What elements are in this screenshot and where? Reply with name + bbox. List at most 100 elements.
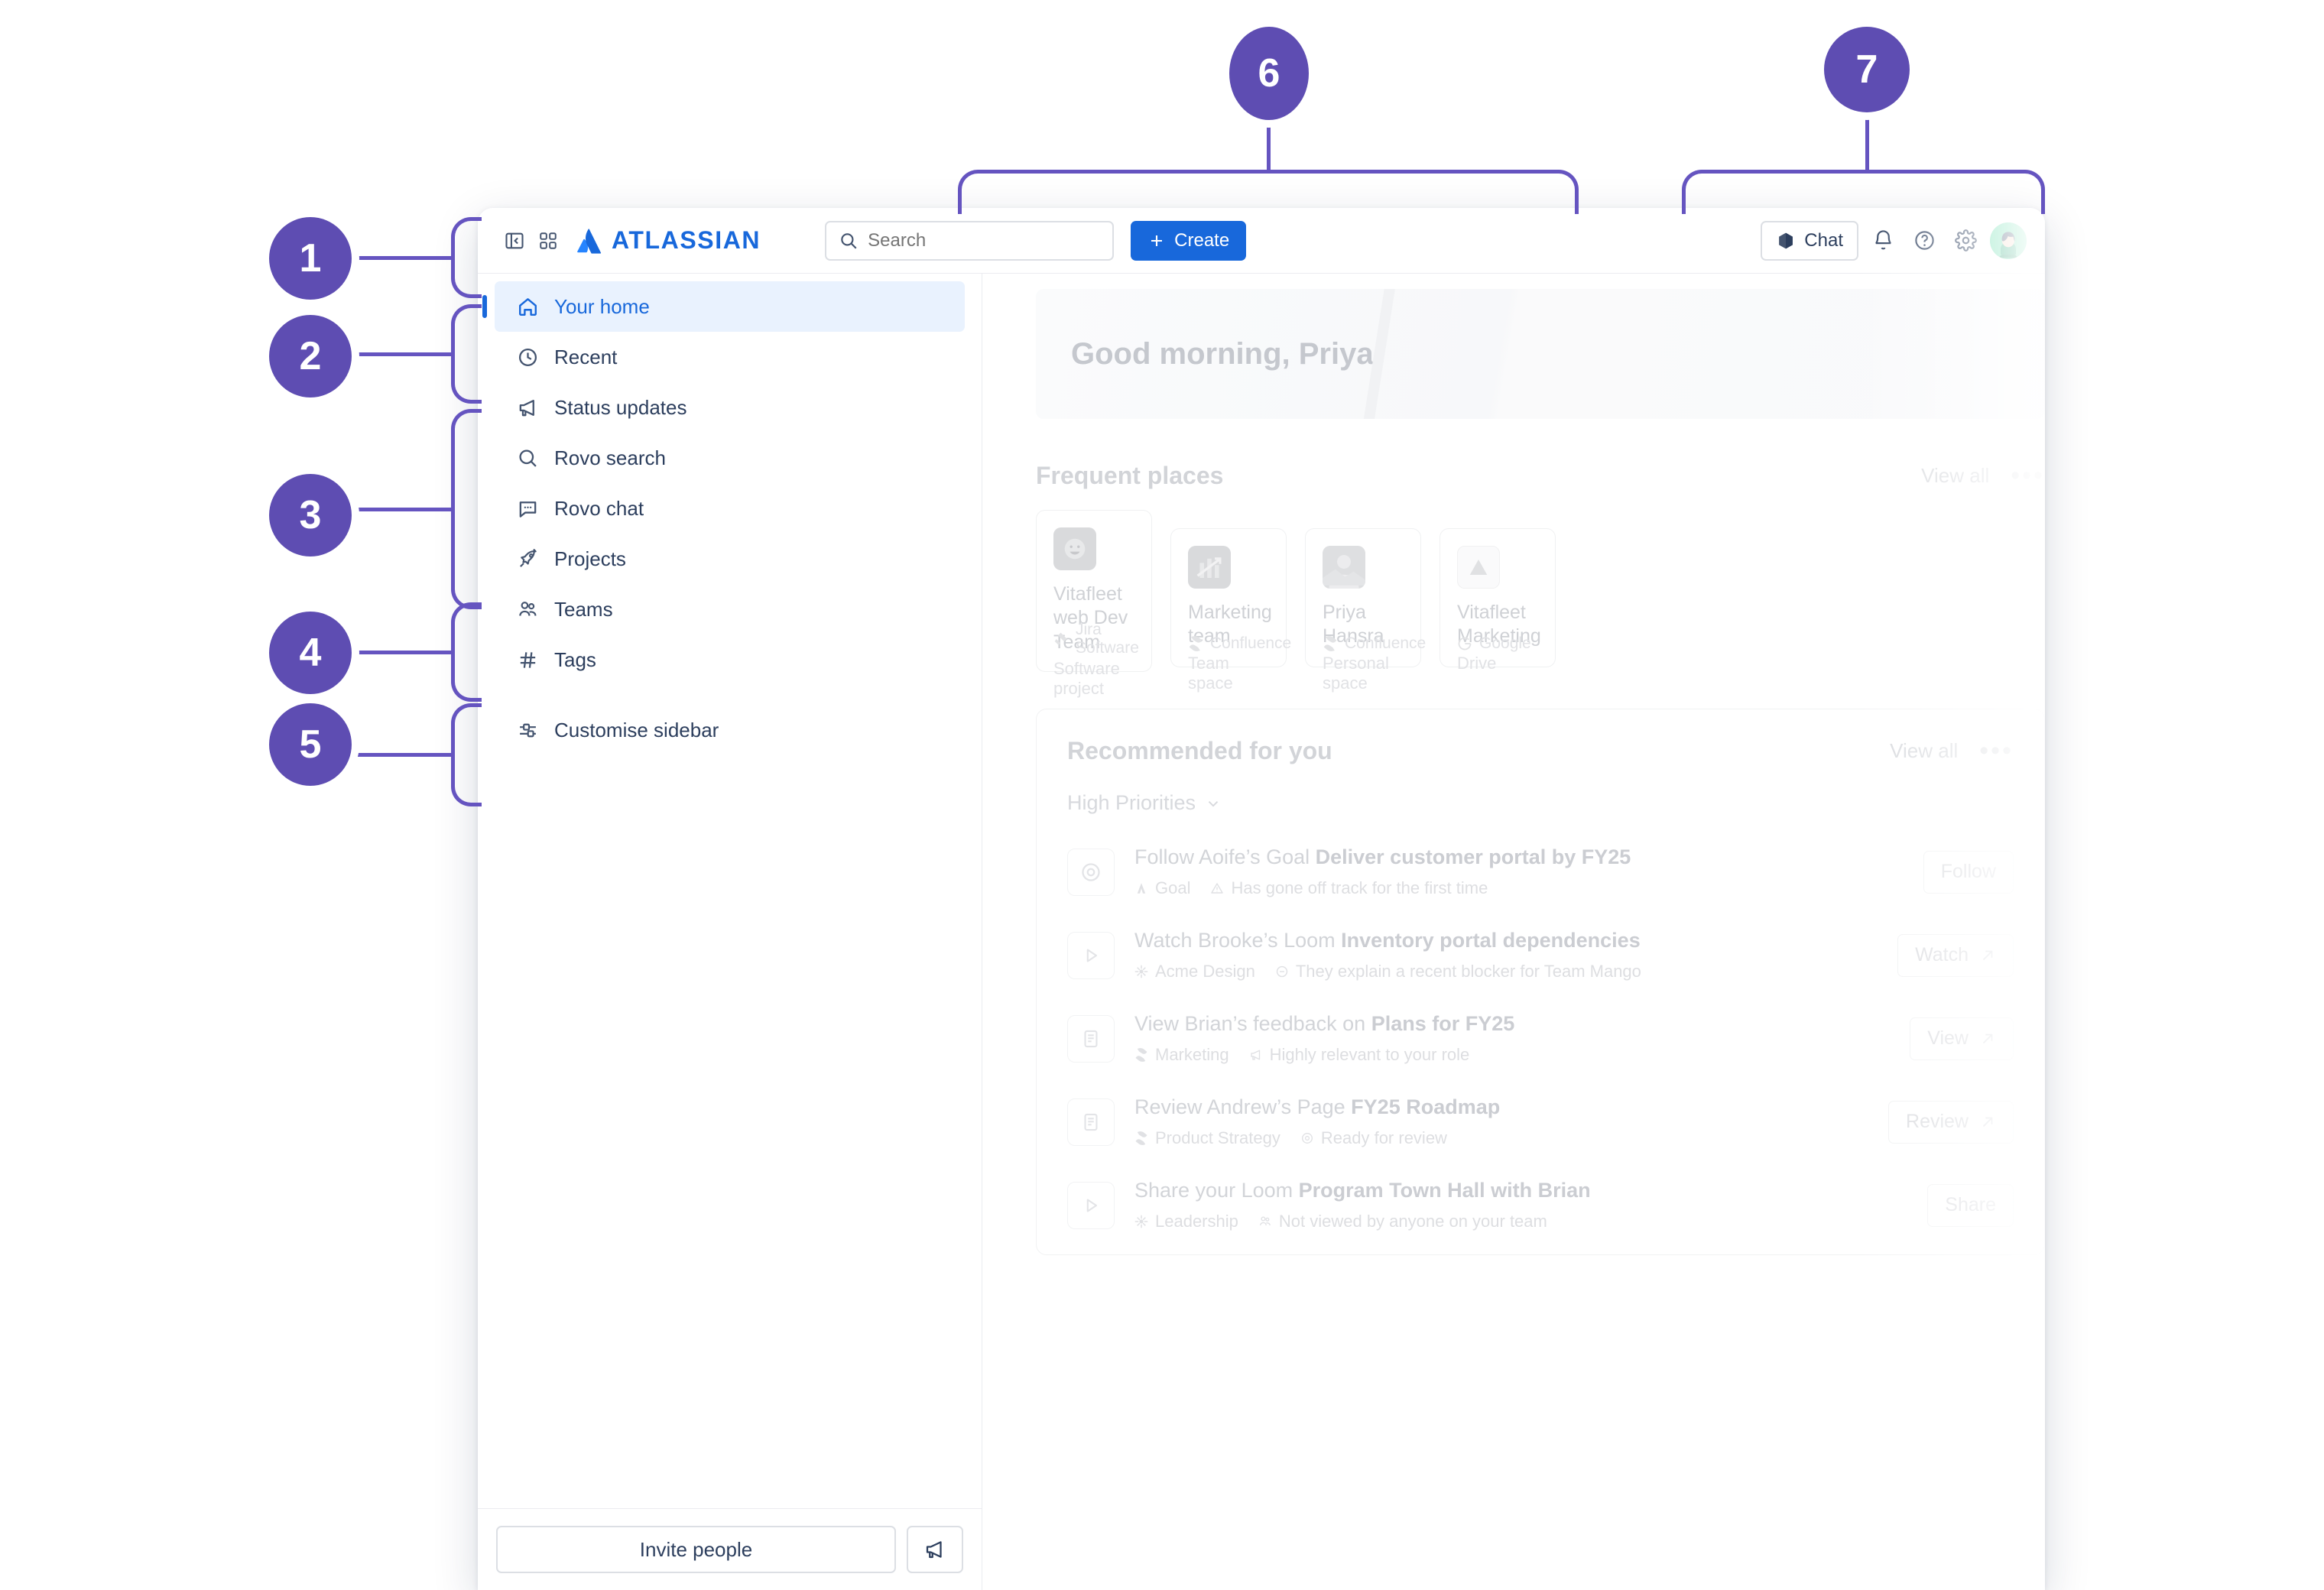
recommendation-row[interactable]: View Brian’s feedback on Plans for FY25 xyxy=(1067,1012,2014,1065)
follow-button[interactable]: Follow xyxy=(1923,850,2014,894)
bell-icon[interactable] xyxy=(1866,224,1900,258)
sidebar-item-rovo-chat[interactable]: Rovo chat xyxy=(495,483,965,534)
meta-type-label: Goal xyxy=(1155,878,1191,897)
megaphone-icon xyxy=(516,396,539,419)
page-icon xyxy=(1067,1014,1115,1063)
greeting-banner: Good morning, Priya xyxy=(1036,289,2045,419)
gear-icon[interactable] xyxy=(1949,224,1982,258)
chat-button[interactable]: Chat xyxy=(1761,220,1858,261)
avatar[interactable] xyxy=(1990,222,2027,259)
frequent-place-card[interactable]: Vitafleet web Dev Team Software project … xyxy=(1036,510,1152,698)
card-source: Confluence xyxy=(1323,634,1426,653)
callout-badge-5[interactable]: 5 xyxy=(269,703,352,786)
view-all-link[interactable]: View all xyxy=(1921,464,1989,488)
sidebar-item-status-updates[interactable]: Status updates xyxy=(495,382,965,433)
minus-circle-icon xyxy=(1275,965,1289,978)
sidebar-item-projects[interactable]: Projects xyxy=(495,534,965,584)
eye-icon xyxy=(1300,1131,1314,1145)
recommendation-meta: Acme Design They explain a recent blocke… xyxy=(1134,962,1878,982)
card-source: Google xyxy=(1457,634,1531,653)
share-button[interactable]: Share xyxy=(1927,1183,2014,1227)
recommendation-body: Watch Brooke’s Loom Inventory portal dep… xyxy=(1134,929,1878,982)
frequent-places-header: Frequent places View all ••• xyxy=(1036,462,2045,490)
callout-stub-4 xyxy=(352,651,453,654)
frequent-place-card[interactable]: Priya Hansra Personal space Confluence xyxy=(1305,528,1426,693)
search-icon xyxy=(839,231,859,251)
arrow-up-right-icon xyxy=(1979,1030,1996,1047)
card-subtitle: Software project xyxy=(1053,658,1120,698)
recommendation-row[interactable]: Follow Aoife’s Goal Deliver customer por… xyxy=(1067,845,2014,898)
meta-note-label: Has gone off track for the first time xyxy=(1231,878,1488,897)
sidebar-item-recent[interactable]: Recent xyxy=(495,332,965,382)
card-source-label: Confluence xyxy=(1210,634,1292,652)
panel-collapse-icon[interactable] xyxy=(498,224,531,258)
frequent-place-card[interactable]: Vitafleet Marketing Drive Google xyxy=(1440,528,1556,673)
meta-note: They explain a recent blocker for Team M… xyxy=(1275,962,1641,982)
recommendation-body: View Brian’s feedback on Plans for FY25 xyxy=(1134,1012,1890,1065)
feedback-megaphone-button[interactable] xyxy=(907,1526,963,1573)
page-icon xyxy=(1067,1098,1115,1146)
sidebar-item-tags[interactable]: Tags xyxy=(495,634,965,685)
confluence-icon xyxy=(1323,636,1338,651)
section-title: Frequent places xyxy=(1036,462,1224,489)
photo-avatar-icon xyxy=(1323,546,1365,589)
meta-type-label: Marketing xyxy=(1155,1045,1229,1064)
view-button[interactable]: View xyxy=(1910,1017,2014,1060)
invite-people-button[interactable]: Invite people xyxy=(496,1526,896,1573)
callout-badge-7[interactable]: 7 xyxy=(1824,27,1910,112)
top-navigation-bar: ATLASSIAN Create xyxy=(478,208,2045,274)
callout-tick-7 xyxy=(1865,111,1869,172)
card-subtitle: Drive xyxy=(1457,653,1497,673)
sidebar-item-rovo-search[interactable]: Rovo search xyxy=(495,433,965,483)
help-icon[interactable] xyxy=(1907,224,1941,258)
smiley-avatar-icon xyxy=(1053,527,1096,570)
callout-badge-3[interactable]: 3 xyxy=(269,474,352,556)
search-box[interactable] xyxy=(825,220,1115,261)
meta-note-label: Not viewed by anyone on your team xyxy=(1278,1212,1547,1231)
recommendation-action-label: Review xyxy=(1906,1111,1969,1132)
card-source-label: Google xyxy=(1479,634,1531,652)
loom-icon xyxy=(1134,965,1148,978)
card-subtitle: Personal space xyxy=(1323,653,1389,693)
recommendation-row[interactable]: Share your Loom Program Town Hall with B… xyxy=(1067,1179,2014,1231)
sidebar-item-your-home[interactable]: Your home xyxy=(482,281,965,332)
callout-badge-4[interactable]: 4 xyxy=(269,612,352,694)
recommended-panel: Recommended for you View all ••• High Pr… xyxy=(1036,709,2045,1255)
recommendation-title: Watch Brooke’s Loom Inventory portal dep… xyxy=(1134,929,1641,952)
callout-bracket-2 xyxy=(451,304,482,404)
arrow-up-right-icon xyxy=(1979,1114,1996,1131)
more-horizontal-icon[interactable]: ••• xyxy=(1979,738,2014,764)
search-input[interactable] xyxy=(868,229,1101,251)
app-switcher-icon[interactable] xyxy=(531,224,565,258)
callout-badge-6[interactable]: 6 xyxy=(1229,27,1309,120)
callout-badge-2[interactable]: 2 xyxy=(269,315,352,398)
nav-divider-space xyxy=(478,685,982,705)
play-icon xyxy=(1067,1181,1115,1229)
frequent-place-card[interactable]: Marketing team Team space Confluence xyxy=(1170,528,1291,693)
sidebar-item-customise-sidebar[interactable]: Customise sidebar xyxy=(495,705,965,755)
create-button-label: Create xyxy=(1174,229,1230,251)
atlassian-logo[interactable]: ATLASSIAN xyxy=(576,226,761,255)
page-title: Good morning, Priya xyxy=(1071,336,1374,371)
watch-button[interactable]: Watch xyxy=(1897,933,2014,977)
confluence-icon xyxy=(1134,1048,1148,1062)
sidebar-item-teams[interactable]: Teams xyxy=(495,584,965,634)
recommendation-row[interactable]: Watch Brooke’s Loom Inventory portal dep… xyxy=(1067,929,2014,982)
callout-badge-1[interactable]: 1 xyxy=(269,217,352,300)
meta-type: Marketing xyxy=(1134,1045,1229,1065)
review-button[interactable]: Review xyxy=(1888,1100,2014,1144)
view-all-link[interactable]: View all xyxy=(1890,739,1958,763)
priority-filter-dropdown[interactable]: High Priorities xyxy=(1067,791,2014,815)
jira-icon xyxy=(1053,631,1069,647)
recommendation-action-label: Share xyxy=(1945,1194,1996,1215)
arrow-up-right-icon xyxy=(1979,947,1996,964)
sidebar-item-label: Recent xyxy=(554,346,618,368)
create-button[interactable]: Create xyxy=(1131,220,1247,261)
topbar-right-cluster: Chat xyxy=(1761,220,2027,261)
recommendation-row[interactable]: Review Andrew’s Page FY25 Roadmap Produc… xyxy=(1067,1095,2014,1148)
card-subtitle: Team space xyxy=(1188,653,1233,693)
sidebar-item-label: Customise sidebar xyxy=(554,719,719,741)
meta-type-label: Product Strategy xyxy=(1155,1128,1280,1147)
section-actions: View all ••• xyxy=(1921,462,2045,489)
more-horizontal-icon[interactable]: ••• xyxy=(2011,462,2045,489)
